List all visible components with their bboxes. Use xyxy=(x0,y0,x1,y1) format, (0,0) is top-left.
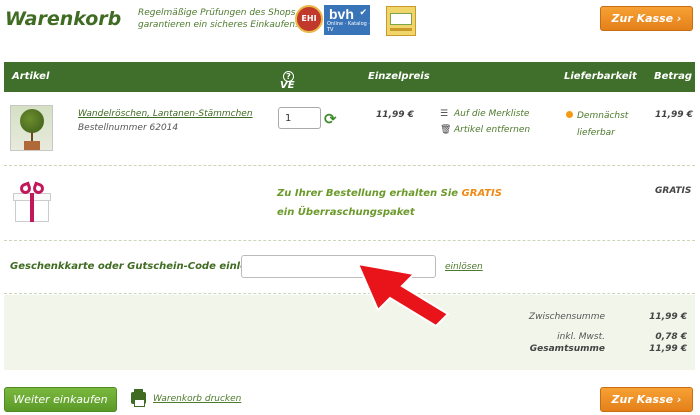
column-availability: Lieferbarkeit xyxy=(564,71,637,82)
check-icon: ✔ xyxy=(359,8,367,18)
ehi-seal[interactable]: EHI xyxy=(295,5,323,33)
wishlist-link[interactable]: ☰ Auf die Merkliste xyxy=(440,109,529,119)
column-amount: Betrag xyxy=(654,71,693,82)
award-seal-panel xyxy=(390,13,412,25)
bvh-seal[interactable]: bvh ✔ Online · Katalog · TV xyxy=(324,5,370,35)
vat-value: 0,78 € xyxy=(655,332,687,342)
print-cart-link[interactable]: Warenkorb drucken xyxy=(153,394,241,404)
plant-pot xyxy=(24,141,40,150)
column-ve: VE? xyxy=(280,71,295,91)
gift-icon xyxy=(13,181,51,223)
row-divider xyxy=(4,165,695,166)
row-divider xyxy=(4,240,695,241)
gift-amount: GRATIS xyxy=(655,186,692,196)
checkout-button-bottom[interactable]: Zur Kasse › xyxy=(600,387,693,412)
annotation-arrow-icon xyxy=(356,262,450,328)
bvh-seal-subtext: Online · Katalog · TV xyxy=(327,21,370,33)
column-article: Artikel xyxy=(12,71,50,82)
unit-price: 11,99 € xyxy=(376,110,414,120)
cart-table-header: Artikel VE? Einzelpreis Lieferbarkeit Be… xyxy=(4,62,695,92)
subtotal-value: 11,99 € xyxy=(649,312,687,322)
gift-message-pre: Zu Ihrer Bestellung erhalten Sie xyxy=(277,188,462,199)
voucher-label: Geschenkkarte oder Gutschein-Code einlös… xyxy=(10,261,271,272)
availability-status-icon xyxy=(566,111,573,118)
vat-label: inkl. Mwst. xyxy=(557,332,605,342)
availability-text: Demnächst lieferbar xyxy=(577,111,629,138)
page-title: Warenkorb xyxy=(5,8,122,30)
item-amount: 11,99 € xyxy=(655,110,693,120)
remove-item-label: Artikel entfernen xyxy=(454,125,531,135)
subtotal-label: Zwischensumme xyxy=(528,312,605,322)
gift-message: Zu Ihrer Bestellung erhalten Sie GRATIS … xyxy=(277,184,507,222)
plant-crown xyxy=(20,109,44,133)
wishlist-label: Auf die Merkliste xyxy=(454,109,530,119)
gift-message-post: ein Überraschungspaket xyxy=(277,207,415,218)
refresh-icon[interactable]: ⟳ xyxy=(324,110,337,128)
remove-item-link[interactable]: 🗑 Artikel entfernen xyxy=(440,125,530,135)
total-label: Gesamtsumme xyxy=(529,344,605,354)
shop-award-seal[interactable] xyxy=(386,6,416,36)
total-value: 11,99 € xyxy=(649,344,687,354)
quantity-input[interactable] xyxy=(278,107,321,129)
continue-shopping-button[interactable]: Weiter einkaufen xyxy=(4,387,117,412)
printer-icon[interactable] xyxy=(131,389,146,407)
column-ve-label: VE xyxy=(280,80,295,91)
award-seal-bar xyxy=(390,28,412,31)
trust-text: Regelmäßige Prüfungen des Shops garantie… xyxy=(138,8,298,30)
gift-message-highlight: GRATIS xyxy=(461,188,502,199)
column-unit-price: Einzelpreis xyxy=(368,71,430,82)
order-summary: Zwischensumme 11,99 € inkl. Mwst. 0,78 €… xyxy=(4,295,695,370)
row-divider xyxy=(4,293,695,294)
gift-ribbon xyxy=(30,193,34,222)
product-sku: Bestellnummer 62014 xyxy=(78,123,179,133)
list-icon: ☰ xyxy=(440,109,449,119)
trash-icon: 🗑 xyxy=(440,125,452,135)
checkout-button-top[interactable]: Zur Kasse › xyxy=(600,6,693,31)
product-thumbnail[interactable] xyxy=(10,105,53,151)
product-name-link[interactable]: Wandelröschen, Lantanen-Stämmchen xyxy=(78,109,253,119)
bvh-seal-text: bvh xyxy=(329,6,354,22)
